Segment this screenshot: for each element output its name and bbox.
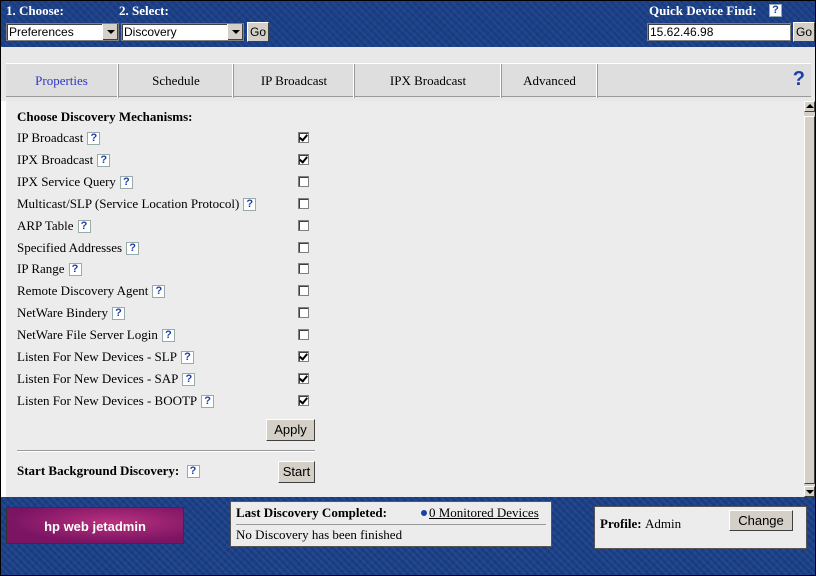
choose-select-value: Preferences — [9, 25, 74, 39]
mechanism-checkbox[interactable] — [298, 197, 309, 209]
page-help-icon[interactable]: ? — [793, 68, 805, 91]
mechanism-row: IP Range? — [17, 258, 317, 279]
mechanism-label: Listen For New Devices - SAP — [17, 370, 179, 386]
mechanism-label: IP Range — [17, 261, 65, 277]
help-icon[interactable]: ? — [182, 372, 196, 386]
mechanism-label: Listen For New Devices - SLP — [17, 349, 177, 364]
select-select[interactable]: Discovery — [121, 23, 244, 41]
choose-select[interactable]: Preferences — [6, 23, 119, 41]
apply-button[interactable]: Apply — [266, 419, 315, 441]
mechanism-checkbox[interactable] — [298, 394, 309, 406]
chevron-down-icon — [102, 24, 118, 40]
mechanism-checkbox[interactable] — [298, 241, 309, 253]
start-button[interactable]: Start — [278, 461, 315, 483]
tab-bar: Properties Schedule IP Broadcast IPX Bro… — [6, 63, 811, 98]
scroll-down-icon[interactable] — [804, 486, 815, 497]
mechanism-row: Remote Discovery Agent? — [17, 280, 317, 301]
quick-find-label: Quick Device Find: — [649, 3, 757, 18]
last-discovery-box: Last Discovery Completed: 0 Monitored De… — [230, 501, 552, 547]
mechanism-label: NetWare File Server Login — [17, 327, 158, 343]
vertical-scrollbar[interactable] — [804, 101, 815, 497]
hp-web-jetadmin-logo: hp web jetadmin — [6, 507, 184, 544]
mechanism-label: Remote Discovery Agent — [17, 283, 149, 299]
profile-box: Profile: Admin Change — [594, 506, 807, 549]
discovery-panel: Choose Discovery Mechanisms: IP Broadcas… — [6, 101, 804, 497]
footer-band: hp web jetadmin Last Discovery Completed… — [1, 497, 815, 575]
help-icon[interactable]: ? — [68, 263, 82, 277]
mechanism-checkbox[interactable] — [298, 351, 309, 362]
help-icon[interactable]: ? — [126, 241, 140, 255]
mechanism-checkbox[interactable] — [298, 263, 309, 275]
help-icon[interactable]: ? — [152, 285, 166, 299]
background-discovery-label: Start Background Discovery: ? — [17, 463, 200, 479]
tab-properties[interactable]: Properties — [6, 64, 118, 98]
go-button[interactable]: Go — [247, 22, 269, 42]
mechanism-row: Multicast/SLP (Service Location Protocol… — [17, 193, 317, 214]
mechanism-label: Multicast/SLP (Service Location Protocol… — [17, 195, 240, 211]
scrollbar-thumb[interactable] — [804, 116, 815, 484]
mechanism-row: Listen For New Devices - SAP? — [17, 368, 317, 389]
quick-find-input[interactable]: 15.62.46.98 — [647, 23, 791, 41]
change-profile-button[interactable]: Change — [729, 510, 793, 531]
mechanism-label: IP Broadcast — [17, 130, 84, 145]
mechanism-row: NetWare Bindery? — [17, 302, 317, 323]
help-icon[interactable]: ? — [87, 132, 101, 145]
choose-label: 1. Choose: — [6, 3, 64, 18]
mechanism-checkbox[interactable] — [298, 219, 309, 231]
profile-label: Profile: — [600, 516, 642, 531]
mechanism-row: NetWare File Server Login? — [17, 324, 317, 345]
last-discovery-status: No Discovery has been finished — [236, 524, 546, 543]
last-discovery-title: Last Discovery Completed: — [236, 505, 387, 520]
select-select-value: Discovery — [124, 25, 177, 39]
mechanism-row: Specified Addresses? — [17, 237, 317, 258]
mechanism-row: IP Broadcast? — [17, 127, 317, 148]
mechanism-label: IPX Broadcast — [17, 151, 94, 167]
select-label: 2. Select: — [119, 3, 169, 18]
mechanism-checkbox[interactable] — [298, 153, 309, 165]
scroll-up-icon[interactable] — [804, 101, 815, 112]
background-discovery-text: Start Background Discovery: — [17, 463, 180, 478]
page-title: Choose Discovery Mechanisms: — [17, 109, 193, 124]
tab-ipx-broadcast[interactable]: IPX Broadcast — [356, 64, 501, 98]
help-icon[interactable]: ? — [186, 465, 200, 478]
mechanism-row: Listen For New Devices - SLP? — [17, 346, 317, 367]
mechanism-checkbox[interactable] — [298, 307, 309, 319]
chevron-down-icon — [227, 24, 243, 40]
top-toolbar: 1. Choose: Preferences 2. Select: Discov… — [1, 1, 815, 47]
mechanism-checkbox[interactable] — [298, 372, 309, 384]
mechanism-label: Listen For New Devices - BOOTP — [17, 392, 198, 408]
mechanism-checkbox[interactable] — [298, 329, 309, 341]
help-icon[interactable]: ? — [180, 351, 194, 364]
divider — [17, 450, 315, 452]
quick-find-go-button[interactable]: Go — [793, 22, 815, 42]
mechanism-label: ARP Table — [17, 217, 74, 233]
mechanism-label: NetWare Bindery — [17, 305, 108, 321]
mechanism-label: Specified Addresses — [17, 239, 123, 255]
mechanism-label: IPX Service Query — [17, 173, 116, 189]
profile-value: Admin — [645, 516, 682, 531]
tab-schedule[interactable]: Schedule — [120, 64, 233, 98]
help-icon[interactable]: ? — [97, 153, 111, 167]
tab-ip-broadcast[interactable]: IP Broadcast — [235, 64, 354, 98]
mechanism-row: IPX Broadcast? — [17, 149, 317, 170]
app-window: 1. Choose: Preferences 2. Select: Discov… — [1, 1, 815, 575]
mechanism-row: IPX Service Query? — [17, 171, 317, 192]
help-icon[interactable]: ? — [769, 4, 782, 17]
mechanism-checkbox[interactable] — [298, 285, 309, 297]
help-icon[interactable]: ? — [112, 307, 125, 321]
monitored-devices-link[interactable]: 0 Monitored Devices — [429, 505, 539, 521]
help-icon[interactable]: ? — [77, 219, 91, 233]
help-icon[interactable]: ? — [161, 329, 175, 343]
mechanism-row: Listen For New Devices - BOOTP? — [17, 390, 317, 411]
help-icon[interactable]: ? — [201, 394, 215, 408]
bullet-icon — [421, 510, 427, 516]
mechanism-row: ARP Table? — [17, 215, 317, 236]
help-icon[interactable]: ? — [243, 197, 257, 211]
tab-advanced[interactable]: Advanced — [503, 64, 597, 98]
mechanism-checkbox[interactable] — [298, 132, 309, 143]
help-icon[interactable]: ? — [119, 175, 133, 189]
mechanism-checkbox[interactable] — [298, 175, 309, 187]
